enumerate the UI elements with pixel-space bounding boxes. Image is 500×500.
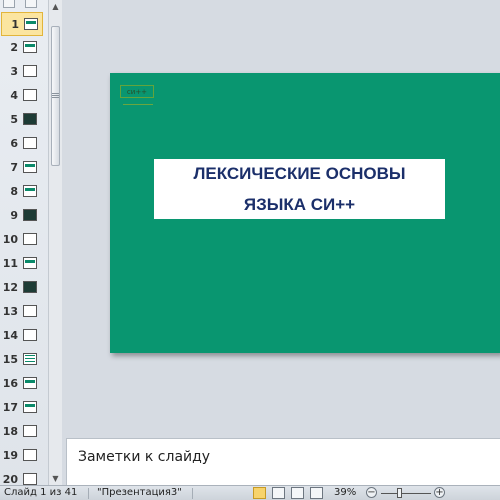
slide-thumbnail-preview (23, 89, 37, 101)
slide-thumbnail-number: 15 (2, 353, 18, 366)
notes-placeholder: Заметки к слайду (78, 449, 211, 465)
slide-thumbnail-number: 10 (2, 233, 18, 246)
slide-editing-area: си++ ЛЕКСИЧЕСКИЕ ОСНОВЫ ЯЗЫКА СИ++ (62, 0, 500, 436)
slide-thumbnail[interactable]: 5 (0, 108, 48, 132)
slide-thumbnail-preview (24, 18, 38, 30)
slide-thumbnail-preview (23, 401, 37, 413)
slide-thumbnail-preview (23, 113, 37, 125)
slide-thumbnail-preview (23, 65, 37, 77)
slide-thumbnail[interactable]: 11 (0, 252, 48, 276)
slide-thumbnail[interactable]: 6 (0, 132, 48, 156)
slide-thumbnail-number: 6 (10, 137, 18, 150)
slide-thumbnail-number: 14 (2, 329, 18, 342)
pane-tabs (0, 0, 48, 10)
slide-thumbnail-preview (23, 281, 37, 293)
slide-thumbnail-number: 11 (2, 257, 18, 270)
slide-thumbnail-preview (23, 449, 37, 461)
slides-tab[interactable] (3, 0, 15, 8)
scrollbar-thumb[interactable] (51, 26, 60, 166)
slide-thumbnail[interactable]: 13 (0, 300, 48, 324)
scroll-up-icon[interactable]: ▲ (51, 2, 60, 11)
slide-thumbnail[interactable]: 12 (0, 276, 48, 300)
slide-thumbnail-preview (23, 377, 37, 389)
slide-thumbnail-number: 4 (10, 89, 18, 102)
slide-thumbnail-preview (23, 257, 37, 269)
slide-thumbnail[interactable]: 3 (0, 60, 48, 84)
slide-thumbnail-number: 3 (10, 65, 18, 78)
slide-thumbnail-number: 9 (10, 209, 18, 222)
zoom-level[interactable]: 39% (334, 487, 356, 498)
slide-thumbnail-preview (23, 209, 37, 221)
slide-counter: Слайд 1 из 41 (4, 487, 78, 498)
status-bar: Слайд 1 из 41 "Презентация3" 39% − + (0, 485, 500, 500)
reading-view-icon[interactable] (291, 487, 304, 499)
slide-thumbnail-preview (23, 161, 37, 173)
theme-name[interactable]: "Презентация3" (97, 487, 182, 498)
notes-pane[interactable]: Заметки к слайду (66, 438, 500, 485)
normal-view-icon[interactable] (253, 487, 266, 499)
slide-thumbnail-preview (23, 425, 37, 437)
slide-thumbnail-number: 20 (2, 473, 18, 485)
slide-title-box[interactable]: ЛЕКСИЧЕСКИЕ ОСНОВЫ ЯЗЫКА СИ++ (154, 159, 445, 219)
slide-thumbnail-preview (23, 305, 37, 317)
slide-thumbnail-number: 1 (11, 18, 19, 31)
slide-tag-label[interactable]: си++ (120, 85, 154, 105)
slide-thumbnail-number: 7 (10, 161, 18, 174)
slide-thumbnail[interactable]: 19 (0, 444, 48, 468)
slideshow-view-icon[interactable] (310, 487, 323, 499)
slide-thumbnail[interactable]: 2 (0, 36, 48, 60)
zoom-slider-knob[interactable] (397, 488, 402, 498)
slide-thumbnail-number: 18 (2, 425, 18, 438)
slide-thumbnail-pane: 1 2 3 4 5 6 7 8 9 10 11 12 13 14 15 16 17 18 19 20 (0, 0, 48, 485)
zoom-slider-track[interactable] (381, 493, 431, 494)
slide-thumbnail-preview (23, 185, 37, 197)
thumbnail-scrollbar[interactable]: ▲ ▼ (48, 0, 62, 485)
slide-thumbnail[interactable]: 14 (0, 324, 48, 348)
slide-thumbnail-preview (23, 473, 37, 485)
current-slide[interactable]: си++ ЛЕКСИЧЕСКИЕ ОСНОВЫ ЯЗЫКА СИ++ (110, 73, 500, 353)
slide-thumbnail-preview (23, 353, 37, 365)
scroll-down-icon[interactable]: ▼ (51, 474, 60, 483)
slide-thumbnail[interactable]: 16 (0, 372, 48, 396)
slide-thumbnail[interactable]: 18 (0, 420, 48, 444)
slide-title-line-2: ЯЗЫКА СИ++ (243, 195, 356, 214)
slide-title-line-1: ЛЕКСИЧЕСКИЕ ОСНОВЫ (193, 164, 406, 183)
slide-thumbnail-number: 13 (2, 305, 18, 318)
slide-thumbnail[interactable]: 10 (0, 228, 48, 252)
slide-thumbnail-number: 16 (2, 377, 18, 390)
slide-thumbnail[interactable]: 17 (0, 396, 48, 420)
slide-thumbnail-preview (23, 41, 37, 53)
slide-thumbnail[interactable]: 9 (0, 204, 48, 228)
slide-thumbnail[interactable]: 1 (1, 12, 43, 36)
slide-thumbnail-preview (23, 329, 37, 341)
zoom-out-button[interactable]: − (366, 487, 377, 498)
outline-tab[interactable] (25, 0, 37, 8)
slide-thumbnail-number: 17 (2, 401, 18, 414)
zoom-in-button[interactable]: + (434, 487, 445, 498)
slide-sorter-view-icon[interactable] (272, 487, 285, 499)
slide-thumbnail-preview (23, 233, 37, 245)
slide-thumbnail-number: 19 (2, 449, 18, 462)
slide-thumbnail[interactable]: 4 (0, 84, 48, 108)
slide-thumbnail-preview (23, 137, 37, 149)
slide-thumbnail[interactable]: 15 (0, 348, 48, 372)
slide-thumbnail-number: 2 (10, 41, 18, 54)
slide-thumbnail-number: 5 (10, 113, 18, 126)
slide-thumbnail-number: 12 (2, 281, 18, 294)
slide-thumbnail[interactable]: 8 (0, 180, 48, 204)
slide-thumbnail-number: 8 (10, 185, 18, 198)
slide-thumbnail[interactable]: 7 (0, 156, 48, 180)
slide-thumbnail[interactable]: 20 (0, 468, 48, 485)
